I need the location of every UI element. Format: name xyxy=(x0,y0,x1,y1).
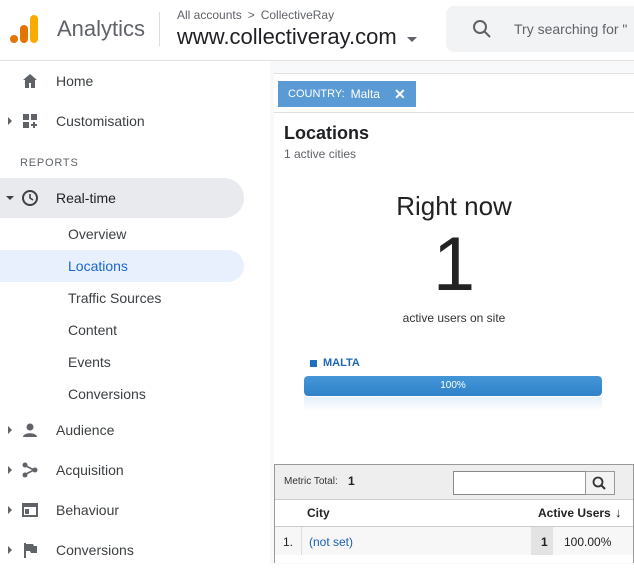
product-name: Analytics xyxy=(57,16,146,41)
country-share-bar: 100% xyxy=(304,376,602,396)
metric-total-label: Metric Total: xyxy=(284,476,338,487)
active-users-caption: active users on site xyxy=(402,311,506,325)
top-header: Analytics All accounts > CollectiveRay w… xyxy=(0,0,634,61)
filter-value: Malta xyxy=(350,87,380,101)
property-name: www.collectiveray.com xyxy=(177,24,397,49)
sidebar-item-label: Audience xyxy=(56,422,115,438)
row-active-users: 1 xyxy=(541,535,548,549)
sidebar-item-realtime[interactable]: Real-time xyxy=(0,178,244,218)
country-legend: MALTA xyxy=(310,357,360,369)
table-header-row: City Active Users ↓ xyxy=(275,500,633,527)
sidebar-item-label: Home xyxy=(56,73,94,89)
sidebar-subitem-label: Content xyxy=(68,322,118,338)
sidebar-subitem-label: Locations xyxy=(68,258,128,274)
main-content: COUNTRY: Malta ✕ Locations 1 active citi… xyxy=(270,61,634,564)
sidebar-subitem-overview[interactable]: Overview xyxy=(0,218,244,250)
expand-arrow-icon xyxy=(8,546,12,554)
dashboard-icon xyxy=(23,114,37,128)
country-filter-chip[interactable]: COUNTRY: Malta ✕ xyxy=(278,81,416,107)
expand-arrow-icon xyxy=(8,506,12,514)
row-index: 1. xyxy=(283,535,294,549)
sidebar-subitem-label: Overview xyxy=(68,226,127,242)
column-header-city[interactable]: City xyxy=(307,506,330,520)
row-divider xyxy=(301,527,302,555)
search-placeholder: Try searching for " xyxy=(514,21,628,37)
home-icon xyxy=(23,74,37,88)
sidebar-item-label: Behaviour xyxy=(56,502,120,518)
legend-swatch xyxy=(310,359,317,367)
legend-label: MALTA xyxy=(323,357,360,369)
sidebar-subitem-conversions[interactable]: Conversions xyxy=(0,378,244,410)
filter-key: COUNTRY: xyxy=(288,88,345,100)
clock-icon xyxy=(22,190,38,206)
sidebar-item-behaviour[interactable]: Behaviour xyxy=(0,490,244,530)
search-box[interactable]: Try searching for " xyxy=(446,6,634,52)
column-header-active-users[interactable]: Active Users xyxy=(538,506,611,520)
sidebar-subitem-label: Conversions xyxy=(68,386,146,402)
person-icon xyxy=(23,423,37,437)
expand-arrow-icon xyxy=(8,117,12,125)
sidebar-item-audience[interactable]: Audience xyxy=(0,410,244,450)
expand-arrow-icon xyxy=(8,466,12,474)
table-search-button[interactable] xyxy=(585,471,615,495)
row-active-percent: 100.00% xyxy=(564,535,612,549)
sidebar-item-customisation[interactable]: Customisation xyxy=(0,101,244,141)
sidebar-item-acquisition[interactable]: Acquisition xyxy=(0,450,244,490)
row-city-link[interactable]: (not set) xyxy=(309,535,353,549)
collapse-arrow-icon xyxy=(6,196,14,200)
sidebar-item-label: Customisation xyxy=(56,113,145,129)
locations-panel: Locations 1 active cities Right now 1 ac… xyxy=(274,113,634,563)
behaviour-icon xyxy=(22,503,38,517)
sidebar-item-conversions[interactable]: Conversions xyxy=(0,530,244,570)
chevron-right-icon: > xyxy=(247,8,255,22)
sidebar-item-home[interactable]: Home xyxy=(0,61,244,101)
header-divider xyxy=(159,12,160,46)
active-users-number: 1 xyxy=(432,222,476,307)
bar-percent-label: 100% xyxy=(440,380,466,391)
search-icon xyxy=(592,476,606,490)
right-now-heading: Right now xyxy=(396,191,512,221)
locations-table: Metric Total: 1 City Active Users ↓ 1. ( xyxy=(274,464,634,563)
sidebar-item-label: Acquisition xyxy=(56,462,124,478)
filter-bar: COUNTRY: Malta ✕ xyxy=(274,73,634,113)
breadcrumb-account[interactable]: CollectiveRay xyxy=(261,8,334,22)
sidebar-item-label: Conversions xyxy=(56,542,134,558)
close-icon[interactable]: ✕ xyxy=(394,86,406,103)
sidebar-subitem-locations[interactable]: Locations xyxy=(0,250,244,282)
bar-reflection xyxy=(304,397,602,411)
sidebar-subitem-label: Events xyxy=(68,354,111,370)
table-filter-input[interactable] xyxy=(453,471,589,495)
sidebar-subitem-events[interactable]: Events xyxy=(0,346,244,378)
caret-down-icon xyxy=(406,36,417,42)
sidebar-subitem-label: Traffic Sources xyxy=(68,290,162,306)
search-icon xyxy=(473,20,491,38)
expand-arrow-icon xyxy=(8,426,12,434)
sidebar-subitem-traffic-sources[interactable]: Traffic Sources xyxy=(0,282,244,314)
sidebar-subitem-content[interactable]: Content xyxy=(0,314,244,346)
acquisition-icon xyxy=(22,462,38,478)
reports-section-label: REPORTS xyxy=(20,157,79,169)
sidebar-nav: Home Customisation REPORTS Real-time Ove… xyxy=(0,61,270,564)
property-selector[interactable]: www.collectiveray.com xyxy=(177,24,417,50)
analytics-logo xyxy=(10,15,38,43)
page-title: Locations xyxy=(284,123,370,143)
metric-total-value: 1 xyxy=(348,474,355,488)
sort-arrow-icon[interactable]: ↓ xyxy=(615,505,622,520)
flag-icon xyxy=(24,543,37,558)
sidebar-item-label: Real-time xyxy=(56,190,116,206)
breadcrumb-root[interactable]: All accounts xyxy=(177,8,242,22)
metric-total-row: Metric Total: 1 xyxy=(275,465,633,500)
table-row: 1. (not set) 1 100.00% xyxy=(275,527,633,555)
breadcrumb[interactable]: All accounts > CollectiveRay xyxy=(177,8,334,22)
active-cities-count: 1 active cities xyxy=(284,147,357,161)
